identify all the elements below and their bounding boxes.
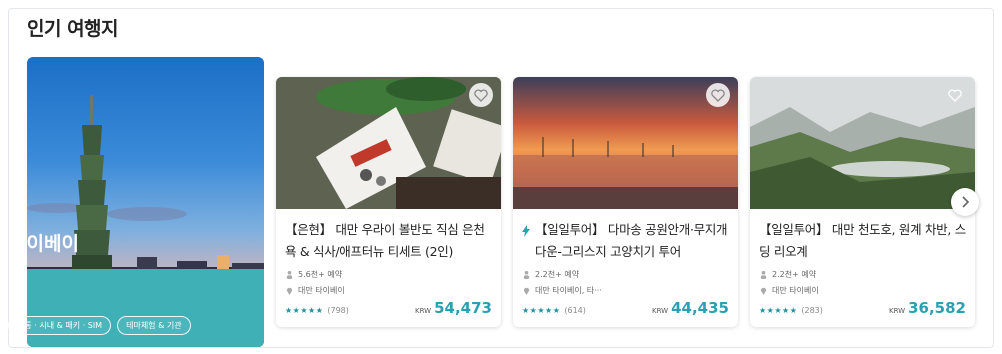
rating: ★★★★★ (283) [759, 306, 823, 315]
location-text: 대만 타이베이 [772, 286, 819, 295]
location-text: 대만 타이베이 [298, 286, 345, 295]
price-amount: 36,582 [908, 299, 966, 317]
price-currency: KRW [415, 307, 432, 315]
pin-icon [760, 287, 767, 295]
featured-destination-name: 타이베이 [9, 233, 79, 255]
price: KRW 44,435 [652, 299, 729, 317]
lightning-icon [522, 225, 530, 237]
food-illustration [276, 77, 501, 209]
booking-count-text: 2.2천+ 예약 [772, 270, 817, 279]
product-image [750, 77, 975, 209]
product-location: 대만 타이베이 [285, 285, 345, 296]
tower-illustration [72, 95, 112, 295]
booking-count-text: 2.2천+ 예약 [535, 270, 580, 279]
price: KRW 36,582 [889, 299, 966, 317]
product-card[interactable]: 【일일투어】 대만 천도호, 원계 차반, 스딩 리오계 2.2천+ 예약 대만… [750, 77, 975, 327]
heart-icon [948, 88, 962, 102]
price: KRW 54,473 [415, 299, 492, 317]
product-title[interactable]: 【일일투어】 대만 천도호, 원계 차반, 스딩 리오계 [759, 219, 969, 263]
booking-count-text: 5.6천+ 예약 [298, 270, 343, 279]
review-count: (614) [564, 306, 586, 315]
rating: ★★★★★ (798) [285, 306, 349, 315]
heart-icon [474, 88, 488, 102]
product-card[interactable]: 【은현】 대만 우라이 볼반도 직심 은천욕 & 식사/애프터뉴 티세트 (2인… [276, 77, 501, 327]
price-amount: 44,435 [671, 299, 729, 317]
pin-icon [523, 287, 530, 295]
heart-icon [711, 88, 725, 102]
featured-destination-card[interactable] [27, 57, 264, 347]
product-location: 대만 타이베이 [759, 285, 819, 296]
price-currency: KRW [889, 307, 906, 315]
product-title[interactable]: 【일일투어】 다마송 공원안개·무지개다운-그리스지 고양치기 투어 [535, 219, 731, 263]
price-currency: KRW [652, 307, 669, 315]
wishlist-button[interactable] [706, 83, 730, 107]
person-icon [760, 270, 767, 279]
featured-chips: 교통 · 시내 & 패키 · SIM 테마체험 & 기관 [8, 316, 191, 335]
person-icon [523, 270, 530, 279]
sunset-coast-illustration [513, 77, 738, 209]
product-card[interactable]: 【일일투어】 다마송 공원안개·무지개다운-그리스지 고양치기 투어 2.2천+… [513, 77, 738, 327]
chip-category-transport[interactable]: 교통 · 시내 & 패키 · SIM [8, 316, 112, 335]
star-rating: ★★★★★ [522, 306, 561, 315]
product-image [276, 77, 501, 209]
product-location: 대만 타이베이, 타··· [522, 285, 602, 296]
review-count: (798) [327, 306, 349, 315]
rating: ★★★★★ (614) [522, 306, 586, 315]
product-image [513, 77, 738, 209]
person-icon [286, 270, 293, 279]
location-text: 대만 타이베이, 타··· [535, 286, 602, 295]
star-rating: ★★★★★ [285, 306, 324, 315]
review-count: (283) [801, 306, 823, 315]
carousel-next-button[interactable] [951, 188, 979, 216]
section-title: 인기 여행지 [27, 18, 119, 40]
star-rating: ★★★★★ [759, 306, 798, 315]
featured-band [27, 269, 264, 347]
wishlist-button[interactable] [943, 83, 967, 107]
price-amount: 54,473 [434, 299, 492, 317]
chip-category-theme[interactable]: 테마체험 & 기관 [117, 316, 191, 335]
mountain-lake-illustration [750, 77, 975, 209]
product-title[interactable]: 【은현】 대만 우라이 볼반도 직심 은천욕 & 식사/애프터뉴 티세트 (2인… [285, 219, 495, 263]
booking-count: 2.2천+ 예약 [522, 269, 579, 280]
booking-count: 5.6천+ 예약 [285, 269, 342, 280]
chevron-right-icon [962, 196, 970, 208]
booking-count: 2.2천+ 예약 [759, 269, 816, 280]
wishlist-button[interactable] [469, 83, 493, 107]
pin-icon [286, 287, 293, 295]
